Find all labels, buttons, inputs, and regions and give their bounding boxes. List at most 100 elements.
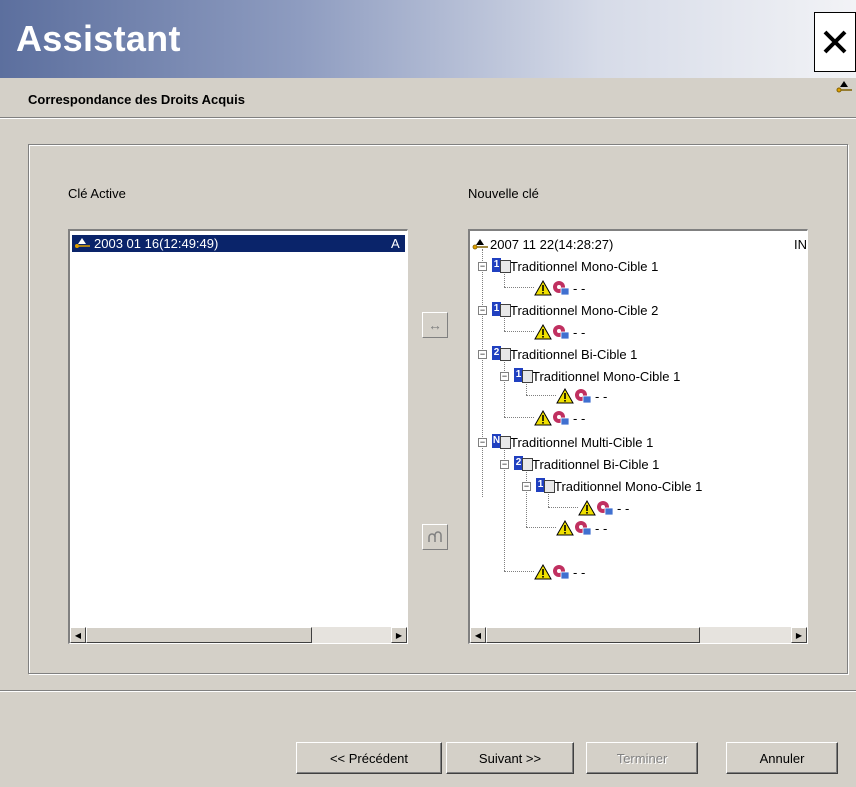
tree-leaf[interactable]: - - [556,519,607,537]
list-item[interactable]: 2003 01 16(12:49:49) A [72,235,405,252]
tree-leaf[interactable]: - - [534,323,585,341]
close-icon [823,30,847,54]
tree-leaf-label: - - [573,280,586,296]
unlink-button[interactable] [422,524,448,550]
unlink-icon [428,531,442,542]
key-icon [836,81,852,93]
tree-leaf[interactable]: - - [534,563,585,581]
document-icon [500,260,511,273]
tree-line [526,395,556,396]
tree-leaf-label: - - [573,564,586,580]
warning-icon [556,388,574,404]
collapse-toggle[interactable]: − [500,460,509,469]
program-icon: 1 [514,368,533,384]
tree-node-label: Traditionnel Mono-Cible 1 [532,368,681,384]
scroll-left-button[interactable]: ◀ [70,627,86,643]
warning-icon [534,410,552,426]
list-item-label: 2003 01 16(12:49:49) [94,236,219,251]
next-button[interactable]: Suivant >> [446,742,574,774]
disc-icon [597,501,614,516]
document-icon [500,304,511,317]
tree-node[interactable]: 1 Traditionnel Mono-Cible 1 [536,477,702,495]
scroll-thumb[interactable] [486,627,700,643]
document-icon [522,458,533,471]
scroll-thumb[interactable] [86,627,312,643]
tree-node-label: Traditionnel Multi-Cible 1 [510,434,654,450]
arrow-left-icon: ◀ [474,630,482,640]
key-icon [472,238,488,249]
tree-node-label: Traditionnel Mono-Cible 1 [554,478,703,494]
finish-button[interactable]: Terminer [586,742,698,774]
collapse-toggle[interactable]: − [478,350,487,359]
collapse-toggle[interactable]: − [478,306,487,315]
tree-leaf-label: - - [617,500,630,516]
tree-line [482,249,483,497]
next-button-label: Suivant >> [478,750,542,766]
scroll-left-button[interactable]: ◀ [470,627,486,643]
tree-root-suffix: IN [794,236,807,252]
warning-icon [578,500,596,516]
scroll-right-button[interactable]: ▶ [391,627,407,643]
new-key-label: Nouvelle clé [468,186,539,201]
tree-leaf[interactable]: - - [534,409,585,427]
key-icon [75,238,90,248]
program-icon: 2 [492,346,511,362]
disc-icon [575,389,592,404]
warning-icon [534,280,552,296]
tree-node[interactable]: 2 Traditionnel Bi-Cible 1 [492,345,637,363]
document-icon [500,348,511,361]
document-icon [544,480,555,493]
scroll-right-button[interactable]: ▶ [791,627,807,643]
link-icon: ↔ [428,317,442,333]
tree-line [548,507,578,508]
tree-leaf[interactable]: - - [578,499,629,517]
collapse-toggle[interactable]: − [478,262,487,271]
active-key-list[interactable]: 2003 01 16(12:49:49) A ◀ ▶ [68,229,408,644]
previous-button-label: << Précédent [329,750,409,766]
header-divider [0,117,856,119]
tree-leaf[interactable]: - - [534,279,585,297]
close-button[interactable] [814,12,856,72]
arrow-right-icon: ▶ [395,630,403,640]
collapse-toggle[interactable]: − [500,372,509,381]
arrow-right-icon: ▶ [795,630,803,640]
program-icon: 1 [536,478,555,494]
disc-icon [553,281,570,296]
tree-line [504,359,505,417]
tree-line [504,417,534,418]
tree-root[interactable]: 2007 11 22(14:28:27) IN [472,235,807,253]
footer-divider [0,690,856,692]
tree-node-label: Traditionnel Bi-Cible 1 [510,346,638,362]
active-key-label: Clé Active [68,186,126,201]
disc-icon [553,565,570,580]
previous-button[interactable]: << Précédent [296,742,442,774]
program-icon: 2 [514,456,533,472]
link-button[interactable]: ↔ [422,312,448,338]
tree-leaf[interactable]: - - [556,387,607,405]
program-icon: N [492,434,511,450]
arrow-left-icon: ◀ [74,630,82,640]
horizontal-scrollbar[interactable]: ◀ ▶ [470,627,807,643]
title-bar: Assistant [0,0,856,78]
tree-node[interactable]: 1 Traditionnel Mono-Cible 1 [514,367,680,385]
finish-button-label: Terminer [616,750,668,766]
tree-leaf-label: - - [573,324,586,340]
cancel-button[interactable]: Annuler [726,742,838,774]
disc-icon [553,411,570,426]
tree-line [526,469,527,527]
tree-node-label: Traditionnel Mono-Cible 2 [510,302,659,318]
collapse-toggle[interactable]: − [478,438,487,447]
tree-node[interactable]: 1 Traditionnel Mono-Cible 1 [492,257,658,275]
tree-node[interactable]: 2 Traditionnel Bi-Cible 1 [514,455,659,473]
tree-node[interactable]: 1 Traditionnel Mono-Cible 2 [492,301,658,319]
new-key-tree[interactable]: 2007 11 22(14:28:27) IN − 1 Traditionnel… [468,229,808,644]
disc-icon [553,325,570,340]
tree-line [504,287,534,288]
collapse-toggle[interactable]: − [522,482,531,491]
tree-node[interactable]: N Traditionnel Multi-Cible 1 [492,433,653,451]
horizontal-scrollbar[interactable]: ◀ ▶ [70,627,407,643]
warning-icon [534,564,552,580]
warning-icon [534,324,552,340]
page-subtitle: Correspondance des Droits Acquis [28,92,245,107]
tree-line [504,331,534,332]
